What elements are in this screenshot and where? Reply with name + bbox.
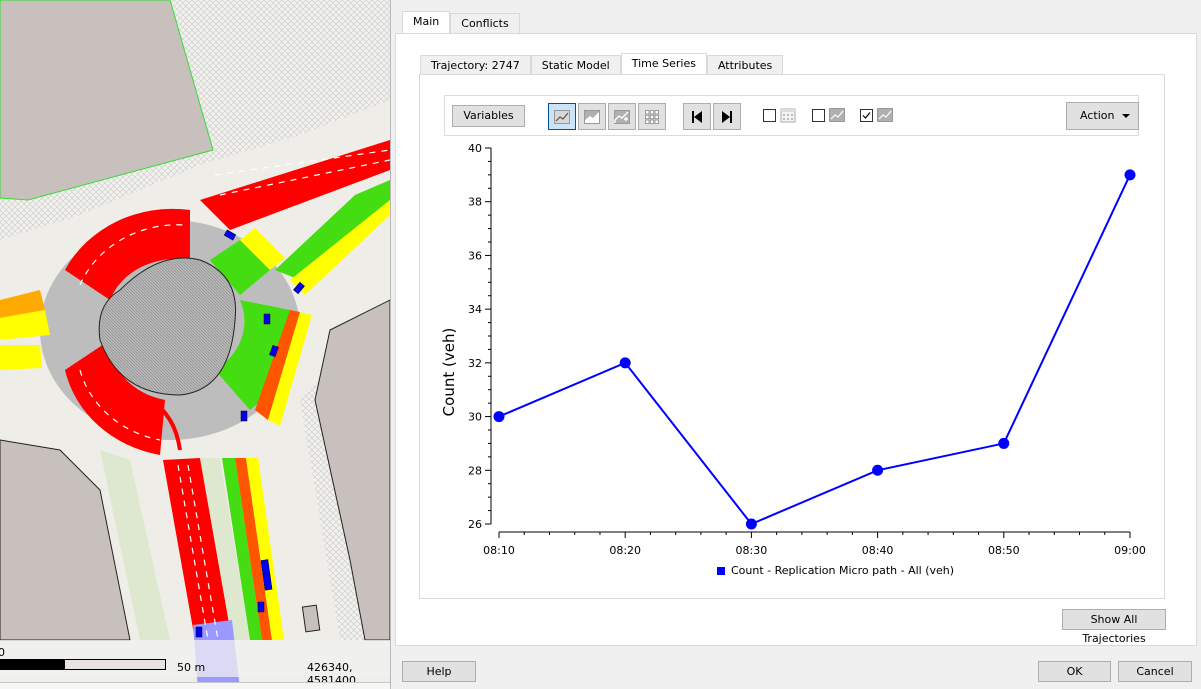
y-tick-label: 28 — [468, 464, 482, 477]
time-series-chart: 2628303234363840 08:10 08:20 08:30 08:40 08:… — [440, 142, 1146, 557]
tab-conflicts[interactable]: Conflicts — [450, 13, 520, 33]
y-axis: 26 28 30 32 34 36 38 40 — [468, 142, 492, 531]
series-checkbox-2[interactable] — [860, 109, 873, 122]
road-network-drawing — [0, 0, 390, 689]
legend-swatch — [717, 566, 725, 575]
ok-button[interactable]: OK — [1038, 661, 1111, 682]
line-chart-icon — [829, 108, 845, 122]
line-chart-icon — [877, 108, 893, 122]
skip-last-icon — [722, 110, 732, 123]
grid-icon — [645, 109, 659, 124]
series-line — [498, 174, 1131, 526]
data-point — [619, 357, 631, 369]
help-button[interactable]: Help — [402, 661, 476, 682]
y-tick-label: 38 — [468, 196, 482, 209]
link-segment — [0, 345, 42, 370]
scale-bar — [0, 659, 166, 670]
chart-toolbar: Variables Action — [444, 95, 1139, 136]
area-view-button[interactable] — [578, 103, 606, 130]
calendar-icon — [780, 108, 796, 123]
y-tick-label: 40 — [468, 142, 482, 155]
outer-tab-bar: Main Conflicts — [402, 11, 520, 34]
network-map-view[interactable]: 0 50 m 426340, 4581400 — [0, 0, 390, 689]
y-tick-label: 30 — [468, 411, 482, 424]
action-dropdown-button[interactable]: Action — [1066, 102, 1139, 130]
map-status-bar — [0, 682, 390, 689]
chart-legend: Count - Replication Micro path - All (ve… — [717, 564, 954, 577]
trajectory-dialog: Main Conflicts Trajectory: 2747 Static M… — [390, 0, 1201, 689]
x-tick-label: 09:00 — [1114, 544, 1146, 557]
x-tick-label: 08:10 — [483, 544, 515, 557]
data-point — [998, 437, 1010, 449]
calendar-checkbox[interactable] — [763, 109, 776, 122]
scale-zero-label: 0 — [0, 646, 5, 659]
tab-main[interactable]: Main — [402, 11, 451, 33]
first-interval-button[interactable] — [683, 103, 711, 130]
series-checkbox-1[interactable] — [812, 109, 825, 122]
y-tick-label: 26 — [468, 518, 482, 531]
line-view-button[interactable] — [548, 103, 576, 130]
data-point — [745, 518, 757, 530]
y-axis-label: Count (veh) — [440, 328, 458, 417]
inner-tab-bar: Trajectory: 2747 Static Model Time Serie… — [420, 53, 784, 75]
skip-first-icon — [692, 110, 702, 123]
check-mark-icon — [862, 112, 871, 119]
data-point — [872, 464, 884, 476]
tab-trajectory[interactable]: Trajectory: 2747 — [420, 55, 531, 75]
data-point — [1124, 169, 1136, 181]
tab-attributes[interactable]: Attributes — [706, 55, 784, 75]
building — [301, 604, 321, 633]
y-tick-label: 36 — [468, 249, 482, 262]
x-tick-label: 08:40 — [862, 544, 894, 557]
action-label: Action — [1080, 109, 1115, 122]
line-chart-icon — [554, 109, 570, 124]
variables-button[interactable]: Variables — [452, 105, 525, 127]
x-tick-label: 08:30 — [736, 544, 768, 557]
x-tick-label: 08:20 — [609, 544, 641, 557]
series-count — [493, 169, 1136, 530]
scale-distance-label: 50 m — [177, 661, 206, 674]
x-tick-label: 08:50 — [988, 544, 1020, 557]
x-axis: 08:10 08:20 08:30 08:40 08:50 09:00 — [483, 531, 1146, 557]
chevron-down-icon — [1122, 114, 1130, 118]
y-tick-label: 34 — [468, 303, 482, 316]
tab-time-series[interactable]: Time Series — [620, 53, 707, 75]
add-chart-icon — [614, 109, 630, 124]
data-point — [493, 411, 505, 423]
y-tick-label: 32 — [468, 357, 482, 370]
grid-view-button[interactable] — [638, 103, 666, 130]
cancel-button[interactable]: Cancel — [1118, 661, 1192, 682]
tab-static-model[interactable]: Static Model — [530, 55, 621, 75]
scale-bar-fill — [0, 660, 66, 669]
add-chart-button[interactable] — [608, 103, 636, 130]
show-all-trajectories-button[interactable]: Show All Trajectories — [1062, 609, 1166, 645]
last-interval-button[interactable] — [713, 103, 741, 130]
area-chart-icon — [584, 109, 600, 124]
legend-label: Count - Replication Micro path - All (ve… — [731, 564, 955, 577]
